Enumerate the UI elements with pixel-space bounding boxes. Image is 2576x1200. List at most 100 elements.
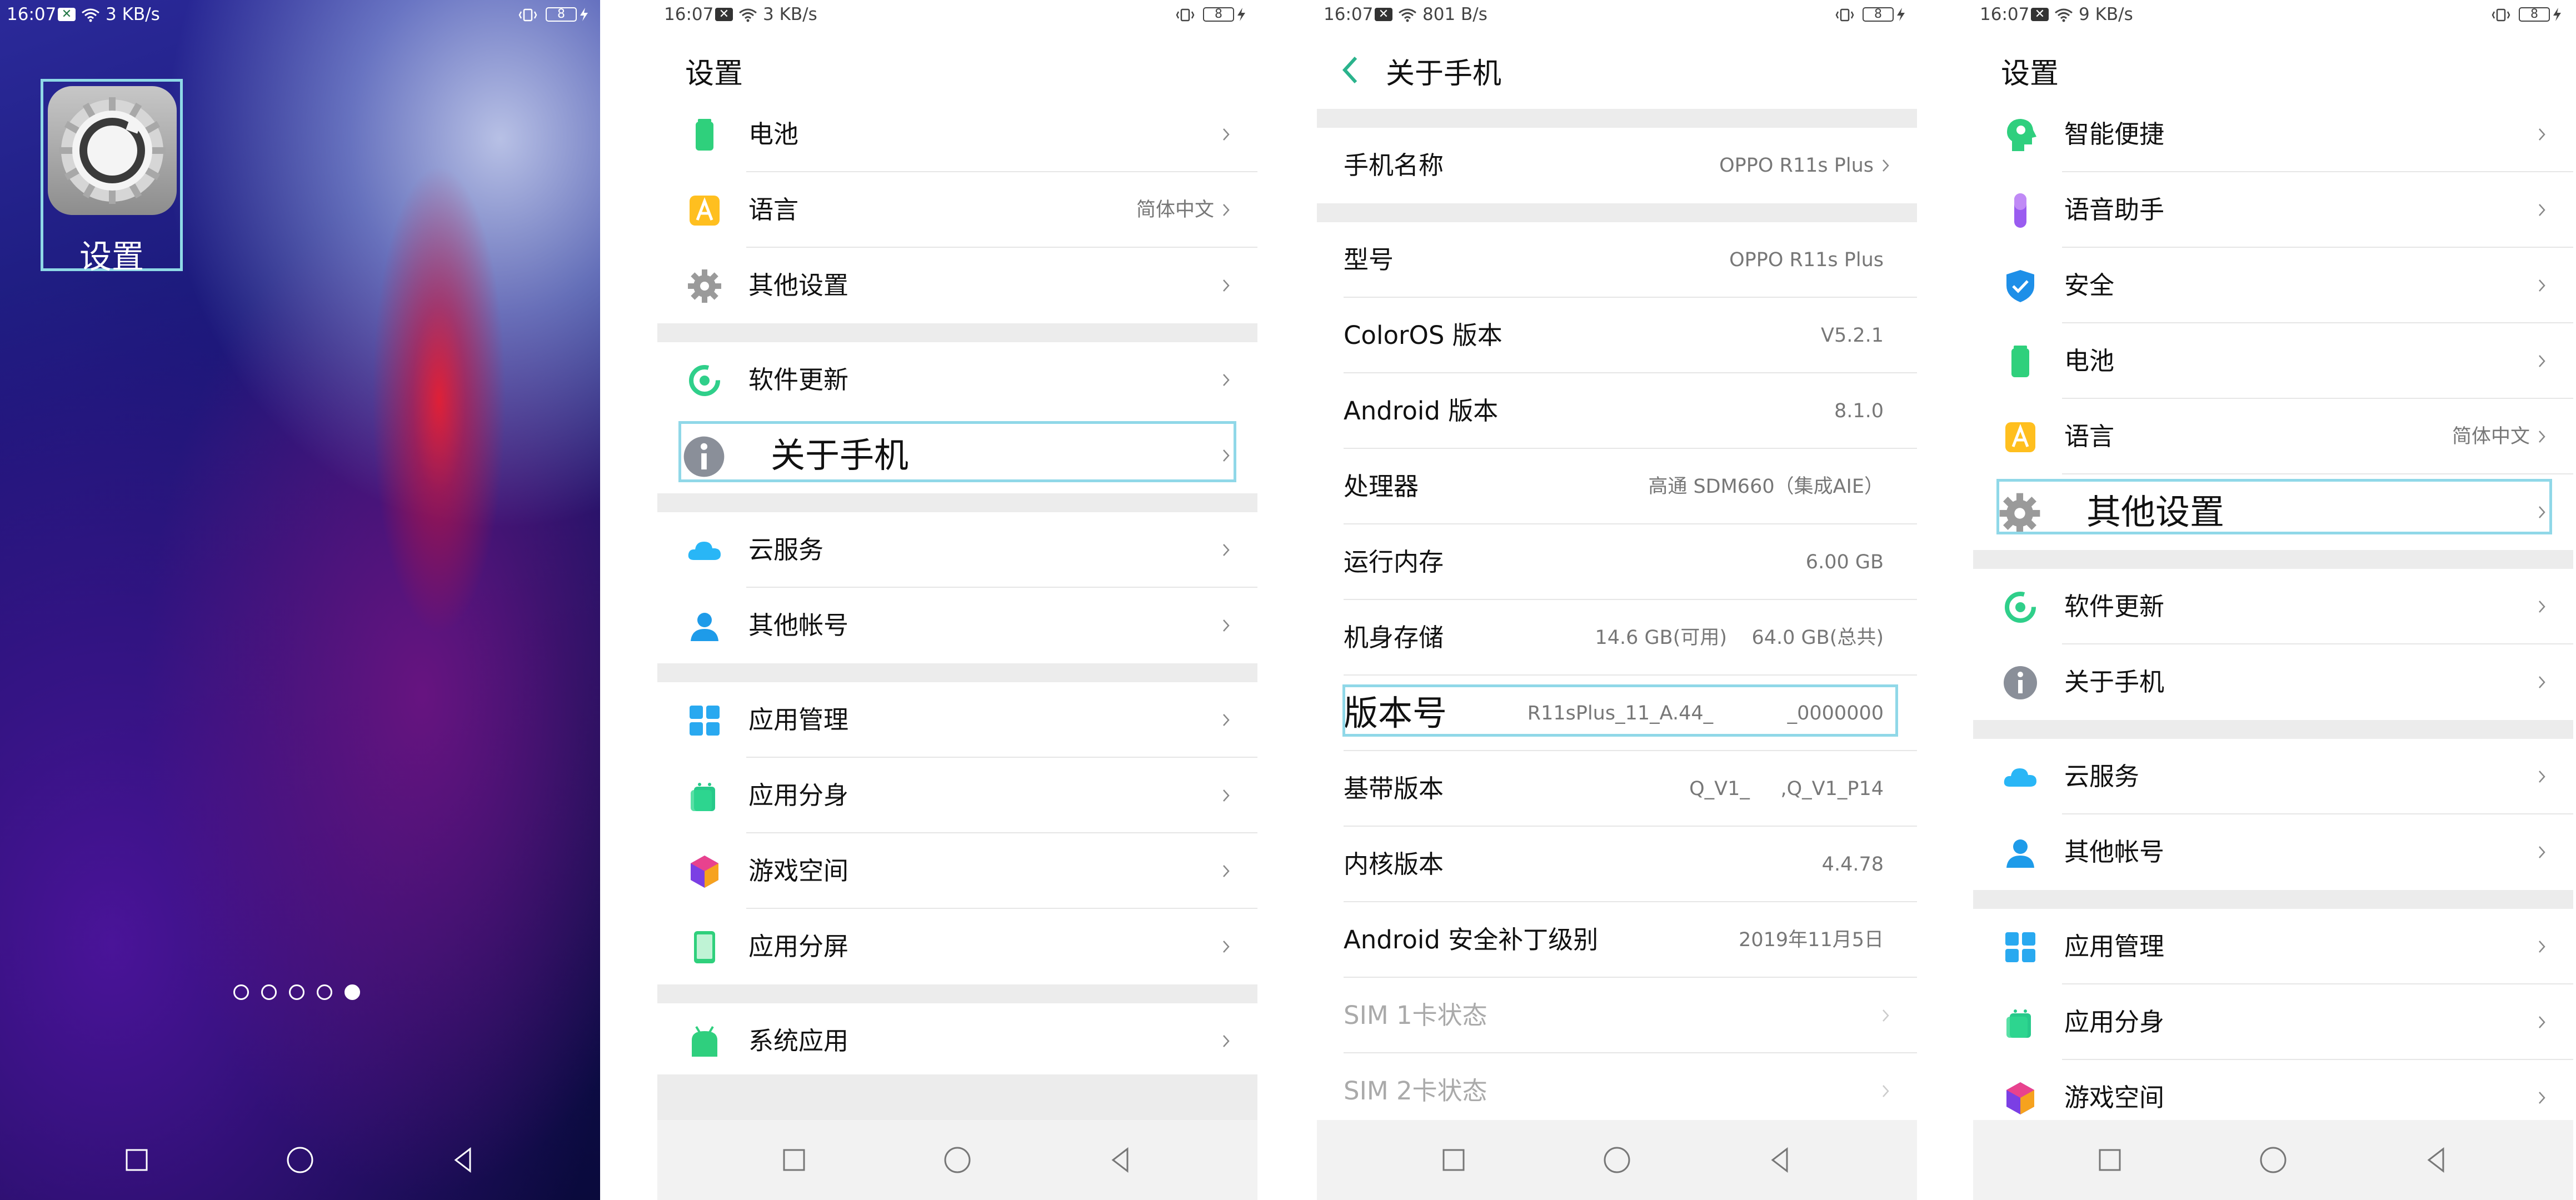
chevron-right-icon <box>1223 279 1230 292</box>
home-button[interactable] <box>284 1144 316 1176</box>
info-label: 内核版本 <box>1344 849 1444 879</box>
home-button[interactable] <box>942 1144 973 1176</box>
section-gap <box>657 663 1257 682</box>
info-row-android-version: Android 版本 8.1.0 <box>1317 373 1917 449</box>
chevron-right-icon <box>1223 714 1230 726</box>
info-value: 2019年11月5日 <box>1739 929 1884 951</box>
account-icon <box>2006 839 2034 868</box>
back-button[interactable] <box>1105 1144 1136 1176</box>
settings-item-other-settings[interactable]: 其他设置 <box>657 248 1257 323</box>
back-button[interactable] <box>2421 1144 2452 1176</box>
section-gap <box>657 493 1257 512</box>
page-dot[interactable] <box>261 984 277 1000</box>
chevron-right-icon <box>2539 1016 2545 1028</box>
info-label: 基带版本 <box>1344 774 1444 803</box>
update-icon <box>2005 592 2036 623</box>
vibrate-icon <box>2492 8 2510 22</box>
settings-screen: 16:07 ✕ 3 KB/s 8 设置 电池 语言 简体中文 其他设置 软件更新… <box>657 0 1257 1200</box>
app-clone-icon <box>2006 1009 2031 1038</box>
vibrate-icon <box>518 8 537 22</box>
settings-item-label: 系统应用 <box>748 1026 849 1056</box>
settings-item-app-clone[interactable]: 应用分身 <box>1973 984 2573 1060</box>
info-label: Android 安全补丁级别 <box>1344 925 1599 954</box>
settings-item-label: 应用分身 <box>748 781 849 810</box>
recents-button[interactable] <box>778 1144 810 1176</box>
settings-item-cloud-service[interactable]: 云服务 <box>657 512 1257 588</box>
settings-item-battery[interactable]: 电池 <box>1973 323 2573 399</box>
settings-item-about-phone[interactable]: 关于手机 <box>1973 644 2573 720</box>
battery-icon <box>2011 346 2029 377</box>
settings-item-cloud-service[interactable]: 云服务 <box>1973 739 2573 814</box>
status-bar: 16:07 ✕ 3 KB/s 8 <box>0 0 600 29</box>
settings-item-other-accounts[interactable]: 其他帐号 <box>1973 814 2573 890</box>
account-icon <box>691 613 718 641</box>
page-title: 设置 <box>2001 57 2059 91</box>
navigation-bar <box>0 1120 600 1200</box>
info-row-sim2-status[interactable]: SIM 2卡状态 <box>1317 1053 1917 1129</box>
settings-item-label: 云服务 <box>748 535 824 564</box>
back-button[interactable] <box>448 1144 479 1176</box>
gear-icon <box>688 269 721 303</box>
settings-item-language[interactable]: 语言 简体中文 <box>1973 399 2573 474</box>
settings-item-app-management[interactable]: 应用管理 <box>657 682 1257 758</box>
highlight-build-number <box>1342 684 1898 737</box>
settings-item-smart-convenience[interactable]: 智能便捷 <box>1973 97 2573 172</box>
chevron-right-icon <box>2539 771 2545 783</box>
status-bar: 16:07 ✕ 3 KB/s 8 <box>657 0 1257 29</box>
status-time: 16:07 <box>664 4 714 24</box>
chevron-right-icon <box>2539 204 2545 216</box>
chevron-right-icon <box>1223 941 1230 953</box>
settings-item-system-apps[interactable]: 系统应用 <box>657 1003 1257 1079</box>
chevron-right-icon <box>1223 619 1230 632</box>
recents-button[interactable] <box>1438 1144 1469 1176</box>
language-icon <box>2005 422 2035 452</box>
game-space-icon <box>2006 1082 2034 1114</box>
chevron-right-icon <box>2539 941 2545 953</box>
info-row-sim1-status[interactable]: SIM 1卡状态 <box>1317 978 1917 1053</box>
page-dot[interactable] <box>233 984 249 1000</box>
settings-item-app-clone[interactable]: 应用分身 <box>657 758 1257 833</box>
settings-item-other-accounts[interactable]: 其他帐号 <box>657 588 1257 663</box>
settings-item-voice-assistant[interactable]: 语音助手 <box>1973 172 2573 248</box>
battery-indicator: 8 <box>1863 7 1894 22</box>
chevron-right-icon <box>2539 846 2545 858</box>
screenshot-strip: 16:07 ✕ 3 KB/s 8 设置 16:07 ✕ 3 KB/s 8 设置 … <box>0 0 2576 1200</box>
back-arrow-icon[interactable] <box>1340 54 1359 86</box>
settings-item-software-update[interactable]: 软件更新 <box>1973 569 2573 644</box>
back-button[interactable] <box>1765 1144 1796 1176</box>
battery-indicator: 8 <box>546 7 577 22</box>
chevron-right-icon <box>1883 159 1889 172</box>
settings-item-label: 安全 <box>2064 271 2115 300</box>
settings-item-label: 应用分屏 <box>748 932 849 961</box>
page-indicator[interactable] <box>233 984 367 1001</box>
home-screen: 16:07 ✕ 3 KB/s 8 设置 <box>0 0 600 1200</box>
chevron-right-icon <box>1883 1009 1889 1022</box>
recents-button[interactable] <box>121 1144 152 1176</box>
settings-item-value: 简体中文 <box>1136 199 1214 221</box>
settings-item-language[interactable]: 语言 简体中文 <box>657 172 1257 248</box>
settings-item-app-management[interactable]: 应用管理 <box>1973 909 2573 984</box>
recents-button[interactable] <box>2094 1144 2125 1176</box>
settings-item-split-screen[interactable]: 应用分屏 <box>657 909 1257 984</box>
wifi-icon <box>1399 8 1416 22</box>
page-dot-active[interactable] <box>345 984 360 1000</box>
settings-app-shortcut[interactable]: 设置 <box>41 79 183 276</box>
page-dot[interactable] <box>289 984 304 1000</box>
about-phone-screen: 16:07 ✕ 801 B/s 8 关于手机 手机名称 OPPO R11s Pl… <box>1317 0 1917 1200</box>
info-label: ColorOS 版本 <box>1344 321 1502 350</box>
home-button[interactable] <box>1601 1144 1633 1176</box>
navigation-bar <box>1317 1120 1917 1200</box>
settings-item-battery[interactable]: 电池 <box>657 97 1257 172</box>
info-row-device-name[interactable]: 手机名称 OPPO R11s Plus <box>1317 128 1917 203</box>
page-dot[interactable] <box>317 984 332 1000</box>
section-gap <box>657 984 1257 1003</box>
settings-item-label: 软件更新 <box>748 365 849 394</box>
info-label: 处理器 <box>1344 472 1419 501</box>
wifi-icon <box>82 8 99 22</box>
info-value: 4.4.78 <box>1821 853 1884 876</box>
home-button[interactable] <box>2258 1144 2289 1176</box>
settings-item-security[interactable]: 安全 <box>1973 248 2573 323</box>
settings-item-label: 应用分身 <box>2064 1007 2165 1037</box>
settings-item-game-space[interactable]: 游戏空间 <box>657 833 1257 909</box>
settings-item-software-update[interactable]: 软件更新 <box>657 342 1257 418</box>
